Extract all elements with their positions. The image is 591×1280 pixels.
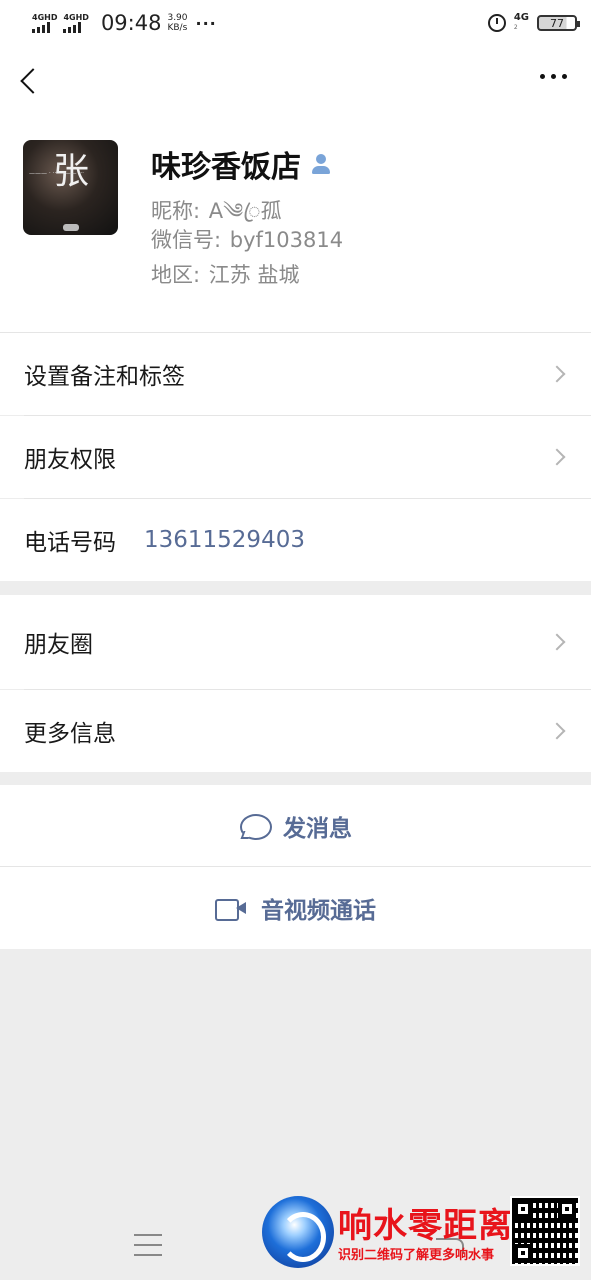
- watermark-subtitle: 识别二维码了解更多响水事: [338, 1248, 495, 1263]
- more-options-icon[interactable]: [540, 74, 567, 79]
- friend-permissions-row[interactable]: 朋友权限: [0, 416, 591, 498]
- avatar-caption-decor: ——— · ·· ——— ···: [29, 170, 85, 177]
- more-info-row[interactable]: 更多信息: [0, 690, 591, 772]
- alarm-icon: [487, 14, 506, 32]
- phone-row: 电话号码 13611529403: [0, 499, 591, 581]
- region-label: 地区:: [151, 263, 201, 287]
- wechat-id-line: 微信号: byf103814: [151, 224, 343, 254]
- moments-label: 朋友圈: [24, 632, 93, 658]
- profile-card: 张 ——— · ·· ——— ··· 味珍香饭店 昵称: A༄ꦿ孤 微信号: b…: [0, 116, 591, 332]
- sim2-label: 4GHD: [63, 13, 89, 22]
- chevron-right-icon: [548, 722, 566, 740]
- status-bar: 4GHD 4GHD 09:48 3.90 KB/s ··· 4G 2 77: [0, 0, 591, 46]
- contact-name: 味珍香饭店: [151, 150, 301, 185]
- chevron-right-icon: [548, 633, 566, 651]
- status-time: 09:48: [100, 11, 162, 35]
- signal-sim1-icon: 4GHD: [32, 13, 57, 33]
- send-message-label: 发消息: [283, 815, 352, 842]
- watermark-title: 响水零距离: [338, 1206, 513, 1246]
- nickname-label: 昵称:: [151, 199, 201, 223]
- chevron-right-icon: [548, 448, 566, 466]
- wechat-id-value: byf103814: [229, 228, 344, 252]
- more-info-label: 更多信息: [24, 721, 116, 747]
- person-icon: [309, 152, 333, 176]
- wechat-id-label: 微信号:: [151, 228, 222, 252]
- av-call-label: 音视频通话: [261, 898, 376, 924]
- video-camera-icon: [215, 897, 247, 921]
- send-message-button[interactable]: 发消息: [0, 785, 591, 866]
- qr-code: [510, 1196, 580, 1266]
- network-speed: 3.90 KB/s: [167, 13, 187, 33]
- nickname-value: A༄ꦿ孤: [208, 199, 282, 223]
- network-4g-icon: 4G 2: [514, 13, 529, 33]
- watermark-logo: [262, 1196, 334, 1268]
- back-icon[interactable]: [18, 68, 42, 96]
- remark-tags-row[interactable]: 设置备注和标签: [0, 333, 591, 415]
- network-sub-label: 2: [513, 24, 518, 31]
- moments-row[interactable]: 朋友圈: [0, 595, 591, 689]
- battery-icon: 77: [537, 15, 580, 31]
- phone-label: 电话号码: [24, 530, 116, 556]
- watermark: 响水零距离 识别二维码了解更多响水事: [262, 1196, 580, 1274]
- avatar[interactable]: 张 ——— · ·· ——— ···: [23, 140, 118, 235]
- remark-tags-label: 设置备注和标签: [24, 364, 185, 390]
- signal-sim2-icon: 4GHD: [63, 13, 89, 33]
- chevron-right-icon: [548, 365, 566, 383]
- name-row: 味珍香饭店: [151, 142, 333, 186]
- region-value: 江苏 盐城: [208, 263, 300, 287]
- friend-permissions-label: 朋友权限: [24, 447, 116, 473]
- network-label: 4G: [513, 12, 529, 23]
- chat-bubble-icon: [239, 813, 272, 840]
- nav-bar: [0, 46, 591, 116]
- avatar-glyph: 张: [53, 151, 90, 192]
- av-call-button[interactable]: 音视频通话: [0, 867, 591, 949]
- avatar-badge-decor: [63, 224, 79, 231]
- phone-number-link[interactable]: 13611529403: [144, 527, 305, 553]
- sim1-label: 4GHD: [32, 13, 58, 22]
- region-line: 地区: 江苏 盐城: [151, 259, 299, 289]
- speed-unit: KB/s: [167, 23, 188, 33]
- status-more-icon: ···: [195, 13, 217, 33]
- system-menu-icon[interactable]: [134, 1234, 162, 1256]
- speed-value: 3.90: [167, 13, 188, 23]
